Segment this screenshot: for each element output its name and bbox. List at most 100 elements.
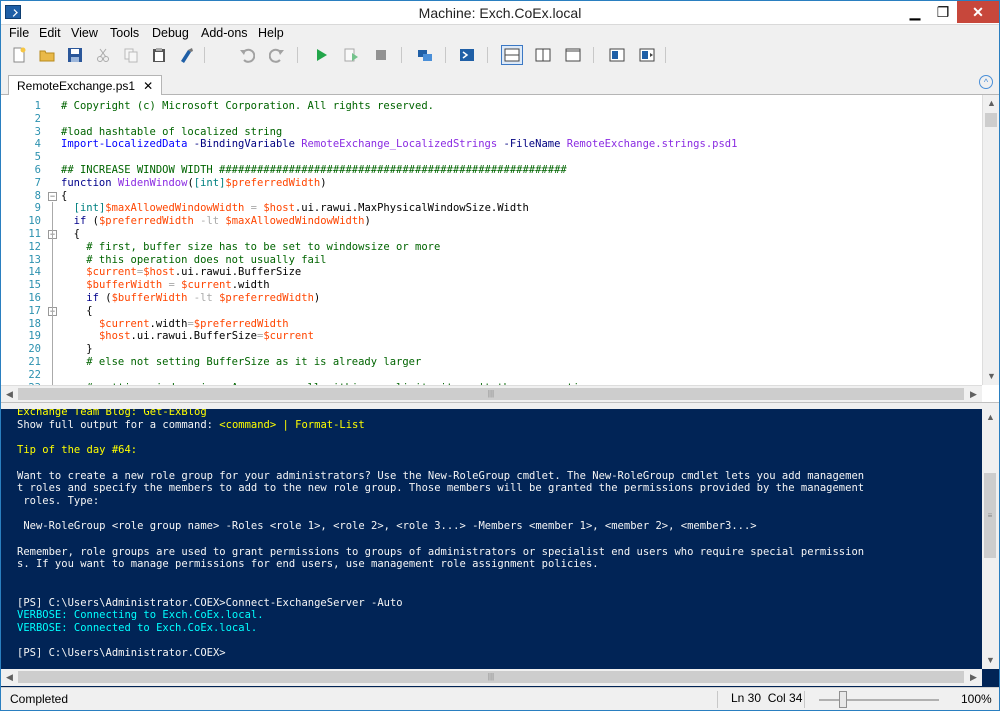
code-token: $current	[98, 317, 150, 330]
line-number: 13	[28, 253, 41, 266]
title-bar[interactable]: Machine: Exch.CoEx.local ▁ ❐ ✕	[1, 1, 999, 25]
code-token: =	[244, 202, 264, 215]
line-number: 22	[28, 368, 41, 381]
new-icon[interactable]	[9, 45, 29, 65]
show-script-icon[interactable]	[607, 45, 627, 65]
console-line: t roles and specify the members to add t…	[17, 482, 864, 495]
console-text: t roles and specify the members to add t…	[17, 482, 865, 495]
line-number: 7	[34, 176, 41, 189]
console-text: Remember, role groups are used to grant …	[17, 545, 865, 558]
code-token: )	[320, 176, 327, 189]
console-horizontal-scrollbar[interactable]: ◀ ||| ▶	[1, 669, 982, 686]
console-line: Show full output for a command: <command…	[17, 419, 365, 432]
menu-view[interactable]: View	[71, 26, 98, 40]
scroll-left-icon[interactable]: ◀	[1, 386, 18, 403]
scroll-up-icon[interactable]: ▲	[983, 95, 999, 112]
script-editor[interactable]: 12345678−91011−121314151617−181920212223…	[1, 95, 999, 403]
maximize-button[interactable]: ❐	[929, 1, 957, 23]
save-icon[interactable]	[65, 45, 85, 65]
scroll-up-icon[interactable]: ▲	[982, 409, 999, 426]
cut-icon[interactable]	[93, 45, 113, 65]
code-line: [int]$maxAllowedWindowWidth = $host.ui.r…	[61, 202, 529, 215]
editor-horizontal-scrollbar[interactable]: ◀ ||| ▶	[1, 385, 982, 402]
open-icon[interactable]	[37, 45, 57, 65]
scroll-right-icon[interactable]: ▶	[965, 669, 982, 686]
redo-icon[interactable]	[267, 45, 287, 65]
console-hscroll-thumb[interactable]: |||	[18, 671, 964, 683]
console-line: New-RoleGroup <role group name> -Roles <…	[17, 520, 756, 533]
ise-window: Machine: Exch.CoEx.local ▁ ❐ ✕ File Edit…	[0, 0, 1000, 711]
scroll-down-icon[interactable]: ▼	[983, 368, 999, 385]
console-text: VERBOSE: Connected to Exch.CoEx.local.	[17, 621, 258, 634]
paste-icon[interactable]	[149, 45, 169, 65]
console-text: Want to create a new role group for your…	[17, 469, 865, 482]
line-number: 14	[28, 266, 41, 279]
zoom-slider-track[interactable]	[819, 699, 939, 701]
fold-toggle-icon[interactable]: −	[48, 191, 57, 201]
menu-edit[interactable]: Edit	[39, 26, 61, 40]
collapse-pane-icon[interactable]: ^	[979, 75, 993, 89]
menu-file[interactable]: File	[9, 26, 29, 40]
console-pane[interactable]: Exchange Team Blog: Get-ExBlog Show full …	[1, 409, 999, 687]
layout-top-icon[interactable]	[501, 45, 523, 65]
close-button[interactable]: ✕	[957, 1, 999, 23]
undo-icon[interactable]	[237, 45, 257, 65]
copy-icon[interactable]	[121, 45, 141, 65]
code-token: #load hashtable of localized string	[61, 125, 283, 138]
console-vertical-scrollbar[interactable]: ▲ ≡ ▼	[982, 409, 999, 669]
tab-remoteexchange[interactable]: RemoteExchange.ps1 ✕	[8, 75, 163, 96]
code-token: {	[61, 304, 93, 317]
zoom-level: 100%	[961, 692, 992, 706]
scroll-right-icon[interactable]: ▶	[965, 386, 982, 403]
menu-addons[interactable]: Add-ons	[201, 26, 248, 40]
tab-close-icon[interactable]: ✕	[143, 79, 153, 93]
zoom-slider-thumb[interactable]	[839, 691, 847, 708]
scroll-down-icon[interactable]: ▼	[982, 652, 999, 669]
script-tab-bar: RemoteExchange.ps1 ✕ ^	[1, 67, 999, 96]
layout-right-icon[interactable]	[533, 45, 553, 65]
run-selection-icon[interactable]	[341, 45, 361, 65]
show-commands-icon[interactable]	[637, 45, 657, 65]
line-number: 2	[34, 112, 41, 125]
minimize-button[interactable]: ▁	[901, 1, 929, 23]
window-title: Machine: Exch.CoEx.local	[418, 5, 582, 21]
code-token: function	[61, 176, 112, 189]
code-token: Import-LocalizedData	[61, 138, 188, 151]
code-line: {	[61, 228, 80, 241]
console-line: [PS] C:\Users\Administrator.COEX>Connect…	[17, 597, 403, 610]
code-token: # this operation does not usually fail	[61, 253, 327, 266]
code-token: }	[61, 343, 93, 356]
scroll-left-icon[interactable]: ◀	[1, 669, 18, 686]
stop-icon[interactable]	[371, 45, 391, 65]
menu-tools[interactable]: Tools	[110, 26, 139, 40]
editor-vertical-scrollbar[interactable]: ▲ ▼	[982, 95, 999, 385]
code-token: if	[73, 215, 87, 228]
console-scroll-thumb[interactable]: ≡	[984, 473, 996, 558]
console-text: roles. Type:	[17, 494, 100, 507]
editor-scroll-thumb[interactable]	[985, 113, 997, 127]
code-token: ## INCREASE WINDOW WIDTH ###############…	[61, 164, 567, 176]
remote-session-icon[interactable]	[415, 45, 435, 65]
code-token: # Copyright (c) Microsoft Corporation. A…	[61, 100, 434, 112]
code-token: $bufferWidth	[86, 279, 163, 292]
console-line: s. If you want to manage permissions for…	[17, 558, 599, 571]
code-token: $preferredWidth	[193, 317, 289, 330]
run-icon[interactable]	[311, 45, 331, 65]
menu-help[interactable]: Help	[258, 26, 284, 40]
menu-debug[interactable]: Debug	[152, 26, 189, 40]
code-line: $host.ui.rawui.BufferSize=$current	[61, 330, 314, 343]
code-line: {	[61, 304, 93, 318]
layout-max-icon[interactable]	[563, 45, 583, 65]
console-highlight: <command> | Format-List	[219, 418, 365, 431]
console-line: Want to create a new role group for your…	[17, 470, 864, 483]
console-line: [PS] C:\Users\Administrator.COEX>	[17, 647, 226, 660]
clear-console-icon[interactable]	[177, 45, 197, 65]
powershell-icon[interactable]	[457, 45, 477, 65]
editor-hscroll-thumb[interactable]: |||	[18, 388, 964, 400]
console-line: Tip of the day #64:	[17, 444, 137, 457]
code-token: RemoteExchange_LocalizedStrings	[301, 138, 498, 151]
